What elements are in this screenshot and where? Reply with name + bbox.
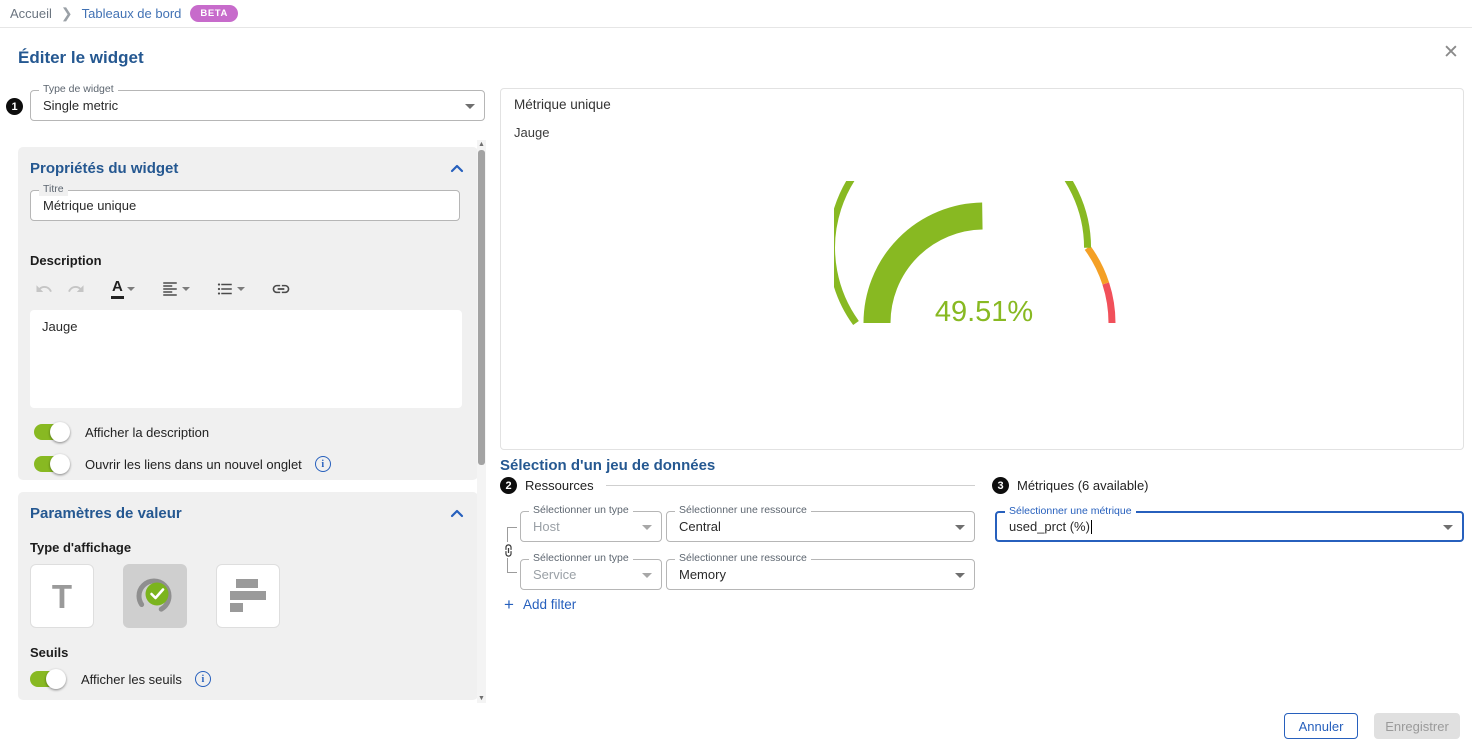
add-filter-button[interactable]: + Add filter: [504, 596, 576, 613]
step-2-badge: 2: [500, 477, 517, 494]
text-display-icon: T: [52, 580, 72, 613]
widget-preview: Métrique unique Jauge 49.51%: [500, 88, 1464, 450]
widget-type-label: Type de widget: [39, 84, 118, 96]
gauge-value: 49.51%: [935, 296, 1033, 328]
list-icon[interactable]: [211, 278, 250, 300]
breadcrumb: Accueil ❯ Tableaux de bord BETA: [10, 5, 238, 22]
chevron-down-icon: [1443, 525, 1453, 530]
show-thresholds-toggle[interactable]: [30, 669, 68, 689]
left-panel-scrollbar[interactable]: ▲ ▼: [477, 140, 486, 703]
preview-title: Métrique unique: [514, 97, 1450, 112]
breadcrumb-link-home[interactable]: Accueil: [10, 6, 52, 21]
description-label: Description: [30, 253, 466, 268]
align-icon[interactable]: [156, 278, 195, 300]
dataset-heading: Sélection d'un jeu de données: [500, 457, 715, 474]
beta-badge: BETA: [190, 5, 238, 22]
undo-icon[interactable]: [30, 278, 58, 300]
step-3-badge: 3: [992, 477, 1009, 494]
display-type-bar-button[interactable]: [216, 564, 280, 628]
metric-select[interactable]: Sélectionner une métrique used_prct (%): [995, 511, 1464, 542]
close-icon[interactable]: ✕: [1440, 42, 1462, 64]
chevron-down-icon: [955, 525, 965, 530]
description-editor[interactable]: Jauge: [30, 310, 462, 408]
step-1-badge: 1: [6, 98, 23, 115]
resource-type-label-1: Sélectionner un type: [529, 505, 633, 517]
chevron-down-icon: [465, 104, 475, 109]
open-links-new-tab-label: Ouvrir les liens dans un nouvel onglet: [85, 457, 302, 472]
chevron-down-icon: [642, 525, 652, 530]
chevron-down-icon: [955, 573, 965, 578]
link-icon[interactable]: [266, 277, 296, 301]
resources-label: Ressources: [525, 478, 594, 493]
value-parameters-panel: Paramètres de valeur Type d'affichage T …: [18, 492, 478, 700]
resource-type-select-2[interactable]: Sélectionner un type Service: [520, 559, 662, 590]
gauge-chart: 49.51%: [834, 181, 1134, 336]
header-divider: [0, 27, 1472, 28]
gauge-chart-wrap: 49.51%: [834, 181, 1134, 336]
plus-icon: +: [504, 596, 514, 613]
resource-type-value-1: Host: [533, 519, 560, 534]
resource-select-2[interactable]: Sélectionner une ressource Memory: [666, 559, 975, 590]
save-button: Enregistrer: [1374, 713, 1460, 739]
widget-type-select[interactable]: Type de widget Single metric: [30, 90, 485, 121]
preview-description: Jauge: [514, 125, 1450, 140]
gauge-display-icon: [133, 574, 177, 618]
chevron-right-icon: ❯: [61, 6, 73, 20]
resource-label-1: Sélectionner une ressource: [675, 505, 811, 517]
page-title: Éditer le widget: [18, 48, 144, 68]
text-cursor: [1091, 520, 1092, 534]
display-type-label: Type d'affichage: [30, 540, 466, 555]
resource-value-1: Central: [679, 519, 721, 534]
value-parameters-heading: Paramètres de valeur: [30, 505, 182, 522]
link-rows-icon: [500, 542, 516, 558]
display-type-text-button[interactable]: T: [30, 564, 94, 628]
show-thresholds-label: Afficher les seuils: [81, 672, 182, 687]
metric-select-value: used_prct (%): [1009, 519, 1090, 534]
show-description-toggle[interactable]: [34, 422, 72, 442]
display-type-gauge-button[interactable]: [123, 564, 187, 628]
metric-select-label: Sélectionner une métrique: [1005, 506, 1136, 518]
widget-type-value: Single metric: [43, 98, 118, 113]
breadcrumb-link-dashboards[interactable]: Tableaux de bord: [82, 6, 182, 21]
metrics-label: Métriques (6 available): [1017, 478, 1149, 493]
chevron-down-icon: [642, 573, 652, 578]
cancel-button[interactable]: Annuler: [1284, 713, 1358, 739]
resources-header: 2 Ressources: [500, 477, 975, 494]
resource-select-1[interactable]: Sélectionner une ressource Central: [666, 511, 975, 542]
resource-type-select-1[interactable]: Sélectionner un type Host: [520, 511, 662, 542]
resource-value-2: Memory: [679, 567, 726, 582]
collapse-value-parameters-button[interactable]: [448, 504, 466, 523]
scrollbar-thumb[interactable]: [478, 150, 485, 465]
row-connector-stub: [507, 527, 517, 528]
metrics-header: 3 Métriques (6 available): [992, 477, 1149, 494]
scroll-up-icon[interactable]: ▲: [477, 140, 486, 149]
redo-icon[interactable]: [62, 278, 90, 300]
resource-type-label-2: Sélectionner un type: [529, 553, 633, 565]
description-toolbar: A: [30, 277, 466, 301]
display-type-options: T: [30, 564, 466, 628]
resource-label-2: Sélectionner une ressource: [675, 553, 811, 565]
show-description-label: Afficher la description: [85, 425, 209, 440]
info-icon[interactable]: i: [195, 671, 211, 687]
chevron-up-icon: [450, 509, 464, 518]
info-icon[interactable]: i: [315, 456, 331, 472]
open-links-new-tab-toggle[interactable]: [34, 454, 72, 474]
add-filter-label: Add filter: [523, 597, 576, 612]
row-connector-stub: [507, 572, 517, 573]
bar-display-icon: [228, 576, 268, 616]
font-color-icon[interactable]: A: [106, 277, 140, 301]
scroll-down-icon[interactable]: ▼: [477, 694, 486, 703]
resource-type-value-2: Service: [533, 567, 576, 582]
resources-divider: [606, 485, 975, 486]
thresholds-label: Seuils: [30, 645, 466, 660]
